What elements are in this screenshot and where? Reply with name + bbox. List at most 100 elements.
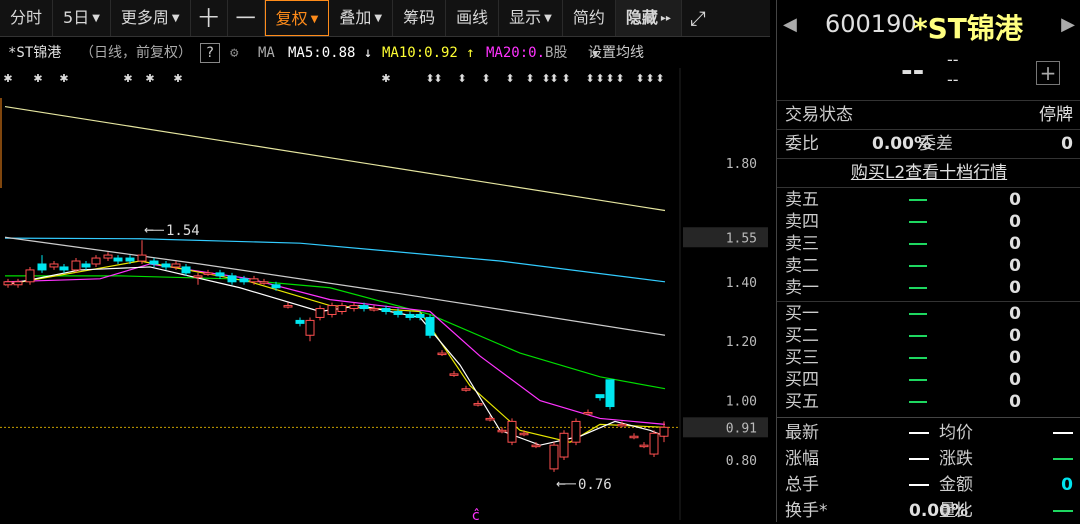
book-volume: 0 (1009, 304, 1021, 324)
tick-label-1.55: 1.55 (726, 231, 757, 246)
buy-l2-link[interactable]: 购买L2查看十档行情 (777, 159, 1080, 187)
ma10-line (4, 260, 666, 443)
toolbar-btn-9[interactable]: 显示 ▼ (499, 0, 563, 36)
candle-body (473, 403, 483, 406)
book-level: 买五 (785, 392, 819, 412)
toolbar-btn-11[interactable]: 隐藏 ▸▸ (615, 0, 682, 36)
buy-book: 买一 0 买二 0 买三 0 买四 0 买五 0 (777, 302, 1080, 418)
candle-body (381, 308, 391, 312)
book-level: 卖三 (785, 234, 819, 254)
toolbar-btn-10[interactable]: 简约 (563, 0, 616, 36)
ma120-line (4, 237, 666, 283)
price-change-pct: -- (947, 70, 959, 89)
trade-status-label: 交易状态 (785, 105, 853, 125)
stat-label: 换手* (785, 501, 828, 521)
book-row: 卖五 0 (777, 189, 1080, 211)
toolbar-btn-5[interactable]: 复权 ▼ (264, 0, 330, 36)
annotation-head: ← (556, 477, 566, 491)
stat-label: 金额 (939, 475, 973, 495)
order-diff-label: 委差 (919, 134, 953, 154)
corp-action-marker: ĉ (472, 508, 480, 520)
ma30-line (5, 275, 666, 390)
candle-body (349, 305, 359, 310)
book-row: 买二 0 (777, 325, 1080, 347)
candle-body (369, 308, 379, 311)
candle-body (161, 263, 171, 268)
chart-subtitle: （日线，前复权） (80, 45, 192, 61)
stat-label: 量比 (939, 501, 973, 521)
stat-value (909, 472, 929, 498)
book-price-dash (909, 287, 927, 289)
candle-body (315, 308, 325, 318)
candle-body (113, 257, 123, 262)
add-watchlist-button[interactable]: + (1036, 61, 1060, 85)
candle-body (497, 429, 507, 433)
stock-title: *ST锦港 (8, 45, 62, 61)
book-row: 买一 0 (777, 303, 1080, 325)
annotation-label-0.76: 0.76 (578, 477, 612, 493)
event-marker: ⬍ (505, 72, 514, 85)
candle-body (59, 266, 69, 271)
gear-icon[interactable]: ⚙ (230, 38, 238, 68)
toolbar-btn-4[interactable]: 一 (228, 0, 265, 36)
event-markers: ✱ ✱ ✱ ✱ ✱ ✱ ✱ ⬍⬍ ⬍ ⬍ ⬍ ⬍ ⬍⬍ ⬍ ⬍ ⬍ ⬍ ⬍ ⬍ ⬍ ⬍ (3, 72, 664, 85)
tick-label-0.80: 0.80 (726, 454, 757, 469)
book-level: 买三 (785, 348, 819, 368)
stat-row: 最新 均价 (777, 420, 1080, 446)
help-button[interactable]: ? (200, 43, 220, 63)
ma-label: MA (258, 45, 275, 61)
prev-stock-icon[interactable]: ◀ (783, 14, 797, 35)
moving-average-lines (4, 105, 666, 446)
ma20-line (4, 263, 666, 425)
toolbar-btn-2[interactable]: 更多周 ▼ (111, 0, 191, 36)
quote-panel: ◀ 600190 *ST锦港 ▶ -- -- -- + 交易状态 停牌 委比 0… (776, 0, 1080, 522)
ma250-line (4, 105, 666, 212)
candle-body (271, 284, 281, 289)
candle-body (239, 278, 249, 283)
toolbar-btn-8[interactable]: 画线 (446, 0, 500, 36)
candle-body (327, 305, 337, 315)
ma-settings-button[interactable]: 设置均线 ▼ (588, 38, 644, 70)
toolbar-btn-3[interactable]: 十 (191, 0, 228, 36)
book-price-dash (909, 335, 927, 337)
ma5-value: MA5:0.88 ↓ (288, 45, 373, 61)
stat-value (1053, 498, 1073, 524)
book-row: 卖三 0 (777, 233, 1080, 255)
tick-label-1.40: 1.40 (726, 276, 757, 291)
stat-value (909, 446, 929, 472)
extreme-annotations: ← 1.54 ← 0.76 ĉ (144, 223, 612, 520)
candle-body (531, 444, 541, 448)
toolbar-btn-6[interactable]: 叠加 ▼ (329, 0, 394, 36)
price-axis: 1.80 1.55 1.40 1.20 1.00 0.91 0.80 (683, 157, 768, 469)
event-marker: ⬍ (615, 72, 624, 85)
toolbar-btn-7[interactable]: 筹码 (393, 0, 447, 36)
candle-body (295, 319, 305, 324)
book-row: 买五 0 (777, 391, 1080, 413)
stat-label: 均价 (939, 423, 973, 443)
book-price-dash (909, 401, 927, 403)
next-stock-icon[interactable]: ▶ (1061, 14, 1075, 35)
event-marker: ✱ (145, 72, 154, 85)
book-level: 买二 (785, 326, 819, 346)
toolbar-btn-0[interactable]: 分时 (0, 0, 54, 36)
trade-status-value: 停牌 (1039, 105, 1073, 125)
book-volume: 0 (1009, 370, 1021, 390)
candlesticks (3, 240, 669, 472)
candle-body (125, 257, 135, 262)
book-volume: 0 (1009, 256, 1021, 276)
fullscreen-icon[interactable]: ⤢ (682, 0, 714, 36)
stat-row: 涨幅 涨跌 (777, 446, 1080, 472)
candle-body (71, 260, 81, 271)
book-volume: 0 (1009, 348, 1021, 368)
candle-body (415, 313, 425, 318)
event-marker: ⬍ (645, 72, 654, 85)
book-price-dash (909, 313, 927, 315)
stat-label: 总手 (785, 475, 819, 495)
candle-body (91, 257, 101, 265)
candle-body (215, 272, 225, 277)
kline-chart[interactable]: ✱ ✱ ✱ ✱ ✱ ✱ ✱ ⬍⬍ ⬍ ⬍ ⬍ ⬍ ⬍⬍ ⬍ ⬍ ⬍ ⬍ ⬍ ⬍ ⬍ ⬍ 1.801.551.401.20… (0, 68, 770, 520)
toolbar-btn-1[interactable]: 5日 ▼ (53, 0, 111, 36)
event-marker: ✱ (33, 72, 42, 85)
candle-body (405, 313, 415, 318)
stat-label: 涨跌 (939, 449, 973, 469)
